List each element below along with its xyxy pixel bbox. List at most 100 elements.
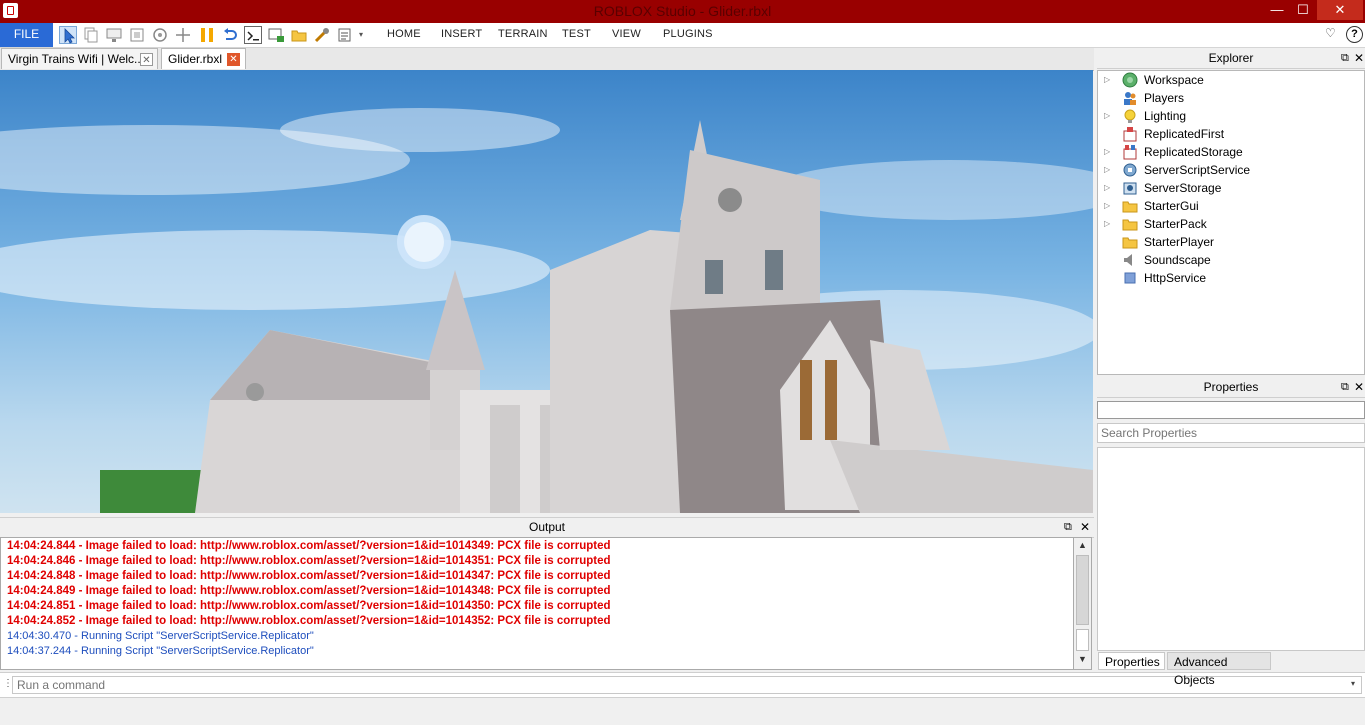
undock-properties-icon[interactable]: ⧉ <box>1341 378 1349 396</box>
command-bar: ⋮ ▾ <box>0 672 1365 698</box>
tree-item-lighting[interactable]: ▷ Lighting <box>1104 107 1359 125</box>
tab-test[interactable]: TEST <box>562 28 591 40</box>
tree-item-label: StarterPack <box>1144 217 1207 231</box>
cathedral-scene <box>0 108 1093 513</box>
log-line: 14:04:24.851 - Image failed to load: htt… <box>7 600 611 612</box>
tree-item-startergui[interactable]: ▷ StarterGui <box>1104 197 1359 215</box>
move-icon[interactable] <box>174 26 192 44</box>
undo-icon[interactable] <box>221 26 239 44</box>
tree-item-serverstorage[interactable]: ▷ ServerStorage <box>1104 179 1359 197</box>
scroll-down-icon[interactable]: ▼ <box>1076 654 1089 667</box>
properties-grid[interactable] <box>1097 447 1365 651</box>
tab-terrain[interactable]: TERRAIN <box>498 28 548 40</box>
tab-view[interactable]: VIEW <box>612 28 641 40</box>
starter-pack-icon <box>1122 216 1138 232</box>
tab-label: Virgin Trains Wifi | Welc... <box>8 52 145 66</box>
folder-icon[interactable] <box>290 26 308 44</box>
window-title: ROBLOX Studio - Glider.rbxl <box>593 3 772 19</box>
expand-arrow-icon[interactable]: ▷ <box>1104 111 1110 120</box>
log-line: 14:04:37.244 - Running Script "ServerScr… <box>7 645 314 657</box>
server-storage-icon <box>1122 180 1138 196</box>
scroll-up-icon[interactable]: ▲ <box>1076 540 1089 553</box>
undock-output-icon[interactable]: ⧉ <box>1064 518 1072 536</box>
expand-arrow-icon[interactable]: ▷ <box>1104 201 1110 210</box>
tools-icon[interactable] <box>313 26 331 44</box>
undock-explorer-icon[interactable]: ⧉ <box>1341 49 1349 67</box>
close-tab-virgin-icon[interactable]: ✕ <box>140 53 153 66</box>
tree-item-label: ReplicatedStorage <box>1144 145 1243 159</box>
collapse-ribbon-icon[interactable]: ♡ <box>1325 26 1336 40</box>
script-icon[interactable] <box>336 26 354 44</box>
replicated-storage-icon <box>1122 144 1138 160</box>
tab-properties[interactable]: Properties <box>1098 652 1165 670</box>
tab-home[interactable]: HOME <box>387 28 421 40</box>
expand-arrow-icon[interactable]: ▷ <box>1104 219 1110 228</box>
tree-item-replicatedstorage[interactable]: ▷ ReplicatedStorage <box>1104 143 1359 161</box>
screen-icon[interactable] <box>105 26 123 44</box>
help-icon[interactable]: ? <box>1346 26 1363 43</box>
tree-item-players[interactable]: Players <box>1104 89 1359 107</box>
tree-item-starterpack[interactable]: ▷ StarterPack <box>1104 215 1359 233</box>
select-cursor-icon[interactable] <box>59 26 77 44</box>
server-script-service-icon <box>1122 162 1138 178</box>
insert-part-icon[interactable] <box>267 26 285 44</box>
expand-arrow-icon[interactable]: ▷ <box>1104 75 1110 84</box>
tree-item-label: Lighting <box>1144 109 1187 123</box>
output-log[interactable]: 14:04:24.844 - Image failed to load: htt… <box>0 537 1075 670</box>
output-scrollbar[interactable]: ▲ ▼ <box>1073 537 1092 670</box>
properties-selection-field[interactable] <box>1097 401 1365 419</box>
toolbar-overflow-icon[interactable]: ▾ <box>359 30 363 39</box>
close-tab-glider-icon[interactable]: ✕ <box>227 53 240 66</box>
expand-arrow-icon[interactable]: ▷ <box>1104 147 1110 156</box>
tree-item-label: ServerScriptService <box>1144 163 1251 177</box>
tab-advanced-objects[interactable]: Advanced Objects <box>1167 652 1271 687</box>
tree-item-serverscriptservice[interactable]: ▷ ServerScriptService <box>1104 161 1359 179</box>
tree-item-label: Workspace <box>1144 73 1204 87</box>
file-menu-button[interactable]: FILE <box>0 23 53 47</box>
tab-plugins[interactable]: PLUGINS <box>663 28 713 40</box>
tab-virgin-trains[interactable]: Virgin Trains Wifi | Welc... <box>1 48 158 69</box>
scale-icon[interactable] <box>128 26 146 44</box>
tree-item-replicatedfirst[interactable]: ReplicatedFirst <box>1104 125 1359 143</box>
explorer-header: Explorer ⧉ ✕ <box>1097 49 1365 69</box>
close-output-icon[interactable]: ✕ <box>1080 518 1090 536</box>
minimize-button[interactable]: — <box>1264 0 1290 20</box>
log-line: 14:04:24.844 - Image failed to load: htt… <box>7 540 611 552</box>
tab-label: Glider.rbxl <box>168 52 223 66</box>
replicated-first-icon <box>1122 126 1138 142</box>
starter-gui-icon <box>1122 198 1138 214</box>
rotate-icon[interactable] <box>151 26 169 44</box>
starter-player-icon <box>1122 234 1138 250</box>
lighting-icon <box>1122 108 1138 124</box>
tree-item-workspace[interactable]: ▷ Workspace <box>1104 71 1359 89</box>
log-line: 14:04:24.846 - Image failed to load: htt… <box>7 555 611 567</box>
expand-arrow-icon[interactable]: ▷ <box>1104 183 1110 192</box>
document-tab-strip: Virgin Trains Wifi | Welc... ✕ Glider.rb… <box>0 48 1094 116</box>
scroll-track[interactable] <box>1076 629 1089 651</box>
explorer-title: Explorer <box>1208 51 1254 65</box>
pause-icon[interactable] <box>198 26 216 44</box>
tree-item-label: StarterPlayer <box>1144 235 1215 249</box>
ribbon-bar: FILE ▾ HOME INSERT TERRAIN TEST VIEW PLU… <box>0 23 1365 48</box>
command-dropdown-icon[interactable]: ▾ <box>1351 679 1355 688</box>
close-window-button[interactable]: ✕ <box>1317 0 1363 20</box>
command-input[interactable] <box>12 676 1362 694</box>
tree-item-label: Soundscape <box>1144 253 1211 267</box>
tree-item-label: ReplicatedFirst <box>1144 127 1225 141</box>
tree-item-soundscape[interactable]: Soundscape <box>1104 251 1359 269</box>
close-properties-icon[interactable]: ✕ <box>1354 378 1364 396</box>
game-viewport[interactable] <box>0 70 1093 513</box>
command-line-icon[interactable] <box>244 26 262 44</box>
tab-insert[interactable]: INSERT <box>441 28 482 40</box>
tree-item-starterplayer[interactable]: StarterPlayer <box>1104 233 1359 251</box>
title-bar: ROBLOX Studio - Glider.rbxl — ☐ ✕ <box>0 0 1365 23</box>
close-explorer-icon[interactable]: ✕ <box>1354 49 1364 67</box>
copy-icon[interactable] <box>82 26 100 44</box>
tree-item-httpservice[interactable]: HttpService <box>1104 269 1359 287</box>
scroll-thumb[interactable] <box>1076 555 1089 625</box>
expand-arrow-icon[interactable]: ▷ <box>1104 165 1110 174</box>
maximize-button[interactable]: ☐ <box>1290 0 1316 20</box>
search-properties-input[interactable] <box>1097 423 1365 443</box>
tree-item-label: ServerStorage <box>1144 181 1222 195</box>
log-line: 14:04:30.470 - Running Script "ServerScr… <box>7 630 314 642</box>
